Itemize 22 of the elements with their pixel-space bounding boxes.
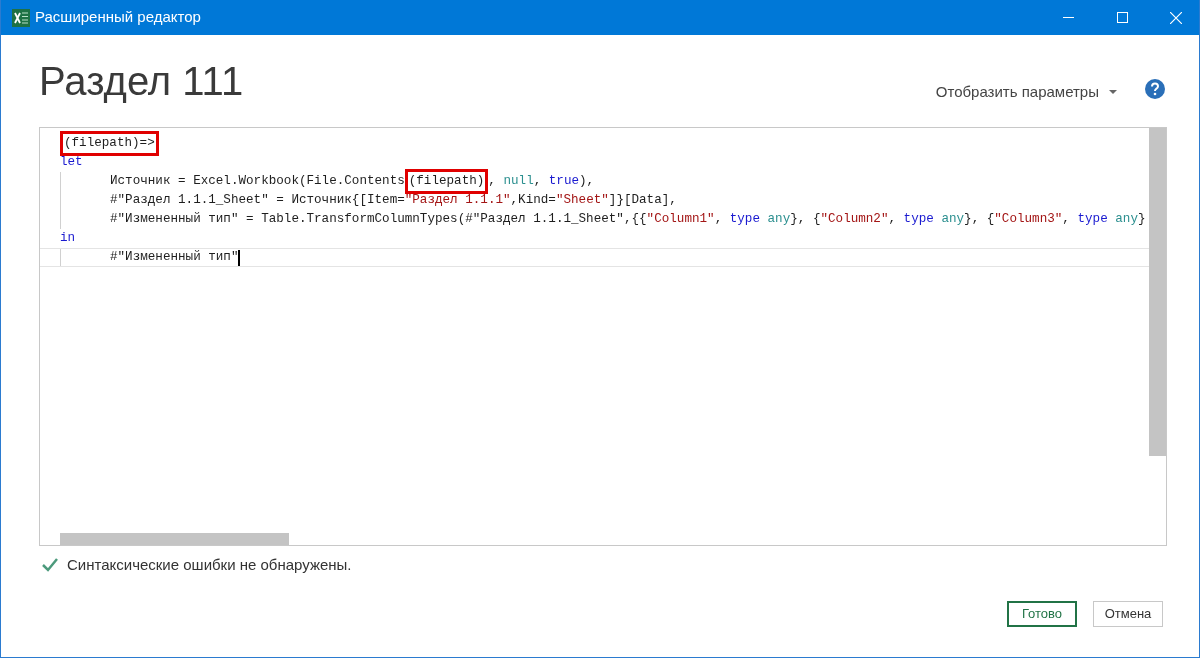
code-line: #"Раздел 1.1.1_Sheet" = Источник{[Item="Раздел 1.1.1",Kind="Sheet"]}[Data], xyxy=(110,192,677,210)
options-dropdown[interactable]: Отобразить параметры xyxy=(935,81,1117,104)
help-icon[interactable] xyxy=(1145,79,1165,99)
code-editor[interactable] xyxy=(39,127,1167,546)
maximize-icon xyxy=(1116,12,1128,23)
cancel-button[interactable]: Отмена xyxy=(1093,601,1163,627)
code-line: #"Измененный тип" xyxy=(110,249,239,267)
excel-icon xyxy=(12,8,30,27)
minimize-icon xyxy=(1062,17,1074,18)
status-message: Синтаксические ошибки не обнаружены. xyxy=(67,554,352,575)
code-line: Источник = Excel.Workbook(File.Contents (filepath) , null, true), xyxy=(110,169,595,194)
done-button[interactable]: Готово xyxy=(1007,601,1077,627)
caret-icon xyxy=(1109,90,1117,95)
text-cursor xyxy=(238,249,241,266)
query-title: Раздел 111 xyxy=(39,61,244,101)
window-title: Расширенный редактор xyxy=(35,7,201,28)
code-line: in xyxy=(60,230,76,248)
close-icon xyxy=(1170,11,1182,24)
code-line: #"Измененный тип" = Table.TransformColumnTypes(#"Раздел 1.1.1_Sheet",{{"Column1", type any}, {"Column2", type any}, {"Column3", type any} xyxy=(110,211,1146,229)
horizontal-scrollbar[interactable] xyxy=(60,533,289,545)
code-line: let xyxy=(60,154,83,172)
vertical-scrollbar[interactable] xyxy=(1149,128,1166,456)
